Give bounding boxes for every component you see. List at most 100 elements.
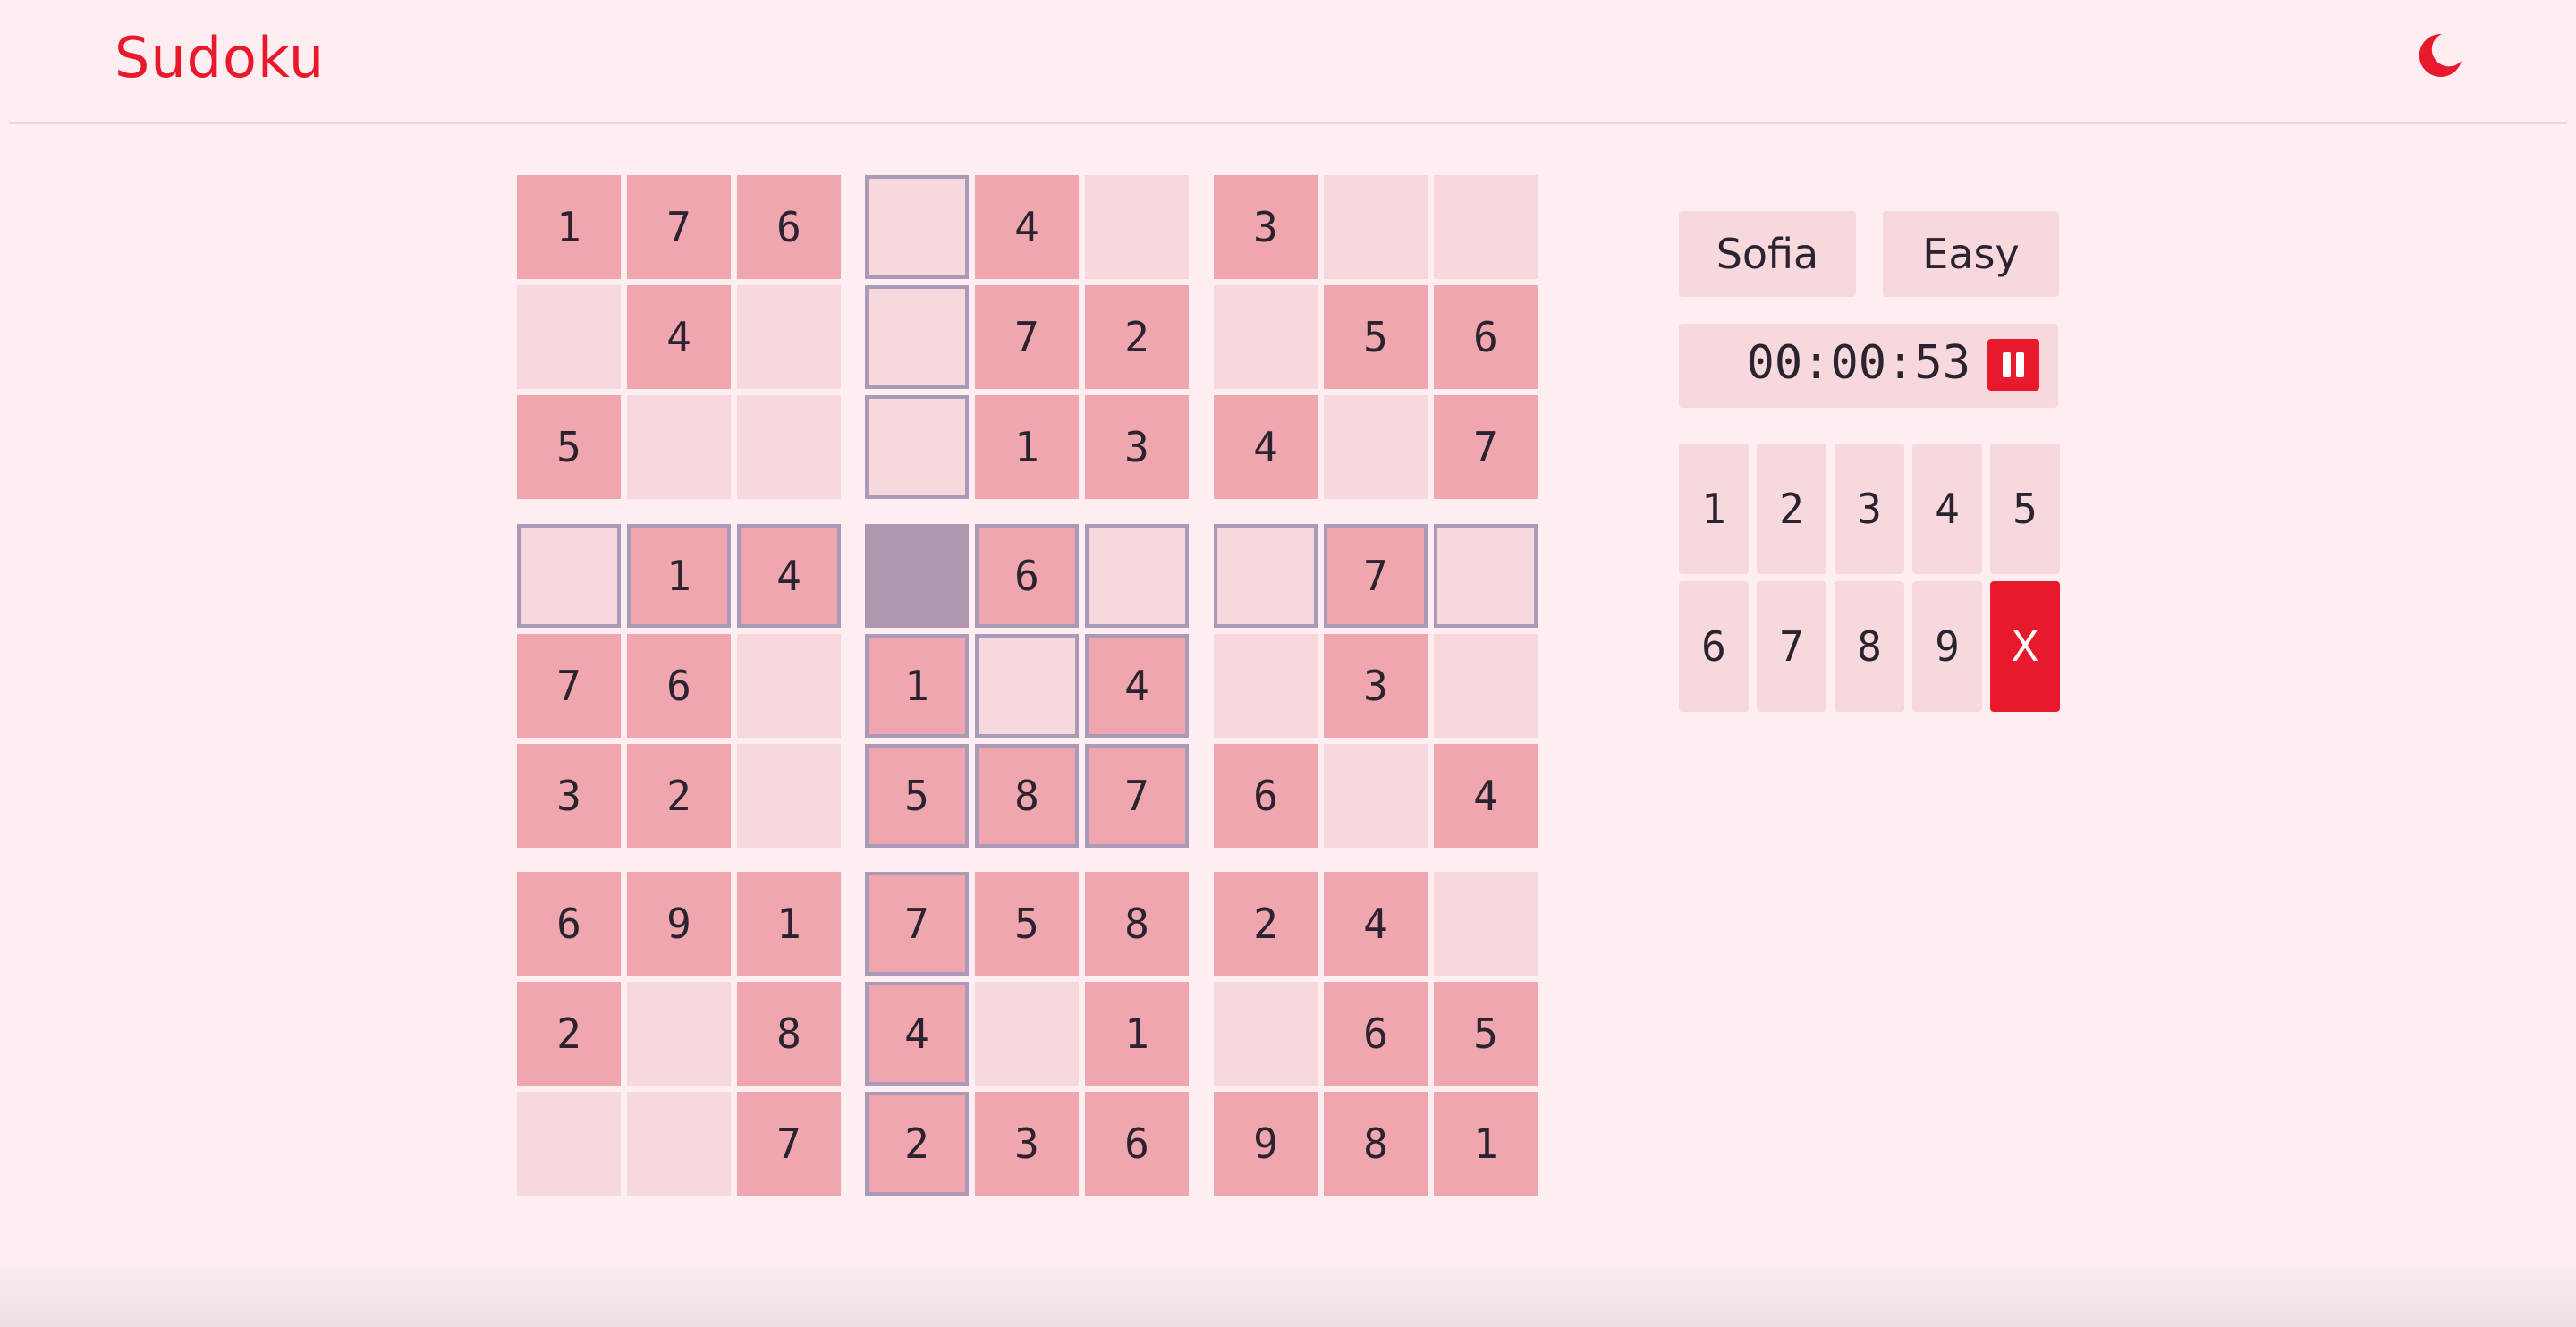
board-cell[interactable]: 8	[1085, 872, 1189, 976]
timer-display: 00:00:53	[1746, 336, 1970, 390]
number-key[interactable]: 6	[1679, 581, 1749, 712]
board-cell[interactable]: 1	[975, 395, 1079, 499]
moon-icon[interactable]	[2415, 30, 2465, 80]
board-cell[interactable]	[1214, 634, 1318, 738]
board-cell[interactable]	[865, 285, 969, 389]
board-cell[interactable]: 4	[627, 285, 731, 389]
number-key[interactable]: 8	[1835, 581, 1904, 712]
board-cell[interactable]: 4	[1214, 395, 1318, 499]
board-cell[interactable]	[865, 395, 969, 499]
board-cell[interactable]: 7	[865, 872, 969, 976]
board-cell[interactable]: 1	[1085, 982, 1189, 1086]
board-cell[interactable]: 5	[517, 395, 621, 499]
board-cell[interactable]	[975, 982, 1079, 1086]
board-cell[interactable]: 7	[627, 175, 731, 279]
board-cell[interactable]: 4	[1324, 872, 1428, 976]
board-cell[interactable]: 2	[627, 744, 731, 848]
board-cell[interactable]: 2	[865, 1092, 969, 1196]
board-cell[interactable]	[1434, 175, 1538, 279]
erase-button[interactable]: X	[1990, 581, 2060, 712]
board-cell[interactable]: 5	[865, 744, 969, 848]
board-cell[interactable]	[737, 744, 841, 848]
board-cell[interactable]	[1434, 524, 1538, 628]
pause-button[interactable]	[1987, 339, 2039, 391]
number-key[interactable]: 3	[1835, 444, 1904, 574]
board-cell[interactable]: 5	[975, 872, 1079, 976]
board-cell[interactable]: 4	[1085, 634, 1189, 738]
board-cell[interactable]	[865, 175, 969, 279]
board-cell[interactable]	[1434, 634, 1538, 738]
board-cell[interactable]	[737, 285, 841, 389]
board-cell[interactable]: 6	[1214, 744, 1318, 848]
number-key[interactable]: 1	[1679, 444, 1749, 574]
number-key[interactable]: 4	[1912, 444, 1982, 574]
board-cell[interactable]	[737, 395, 841, 499]
board-cell[interactable]: 1	[627, 524, 731, 628]
board-cell[interactable]: 6	[627, 634, 731, 738]
board-cell[interactable]: 8	[1324, 1092, 1428, 1196]
pause-icon	[2003, 352, 2011, 377]
board-cell[interactable]: 4	[737, 524, 841, 628]
board-cell[interactable]	[1324, 395, 1428, 499]
board-cell[interactable]: 7	[517, 634, 621, 738]
board-cell[interactable]	[1214, 524, 1318, 628]
board-cell[interactable]: 6	[737, 175, 841, 279]
board-cell[interactable]	[627, 1092, 731, 1196]
board-cell[interactable]	[1434, 872, 1538, 976]
board-cell[interactable]: 6	[1085, 1092, 1189, 1196]
board-cell[interactable]: 7	[1434, 395, 1538, 499]
board-cell[interactable]: 3	[1324, 634, 1428, 738]
bottom-shade	[0, 1252, 2576, 1327]
board-cell[interactable]	[627, 982, 731, 1086]
board-cell[interactable]: 1	[1434, 1092, 1538, 1196]
board-cell[interactable]	[1085, 175, 1189, 279]
board-cell[interactable]: 8	[975, 744, 1079, 848]
board-cell[interactable]	[1324, 175, 1428, 279]
board-cell[interactable]	[1085, 524, 1189, 628]
board-cell[interactable]: 4	[865, 982, 969, 1086]
difficulty-badge[interactable]: Easy	[1883, 211, 2059, 297]
board-cell[interactable]: 3	[517, 744, 621, 848]
board-cell[interactable]: 5	[1324, 285, 1428, 389]
board-cell[interactable]	[865, 524, 969, 628]
board-cell[interactable]: 3	[1085, 395, 1189, 499]
board-cell[interactable]: 8	[737, 982, 841, 1086]
app-header: Sudoku	[9, 0, 2567, 124]
board-cell[interactable]: 4	[1434, 744, 1538, 848]
number-key[interactable]: 7	[1757, 581, 1826, 712]
board-cell[interactable]	[517, 524, 621, 628]
board-cell[interactable]: 1	[517, 175, 621, 279]
board-cell[interactable]: 6	[1434, 285, 1538, 389]
board-cell[interactable]: 9	[1214, 1092, 1318, 1196]
board-cell[interactable]	[1214, 285, 1318, 389]
board-cell[interactable]: 6	[1324, 982, 1428, 1086]
board-cell[interactable]	[517, 285, 621, 389]
board-cell[interactable]: 2	[517, 982, 621, 1086]
number-key[interactable]: 5	[1990, 444, 2060, 574]
board-cell[interactable]: 1	[737, 872, 841, 976]
board-cell[interactable]: 4	[975, 175, 1079, 279]
app-title: Sudoku	[114, 25, 326, 90]
timer-panel: 00:00:53	[1679, 324, 2058, 408]
board-cell[interactable]: 5	[1434, 982, 1538, 1086]
board-cell[interactable]: 7	[737, 1092, 841, 1196]
board-cell[interactable]: 2	[1085, 285, 1189, 389]
board-cell[interactable]: 7	[1324, 524, 1428, 628]
board-cell[interactable]	[517, 1092, 621, 1196]
board-cell[interactable]: 7	[975, 285, 1079, 389]
board-cell[interactable]: 6	[975, 524, 1079, 628]
board-cell[interactable]	[1214, 982, 1318, 1086]
board-cell[interactable]: 6	[517, 872, 621, 976]
board-cell[interactable]: 7	[1085, 744, 1189, 848]
board-cell[interactable]	[1324, 744, 1428, 848]
board-cell[interactable]: 9	[627, 872, 731, 976]
number-key[interactable]: 2	[1757, 444, 1826, 574]
board-cell[interactable]: 2	[1214, 872, 1318, 976]
board-cell[interactable]	[737, 634, 841, 738]
board-cell[interactable]: 1	[865, 634, 969, 738]
number-key[interactable]: 9	[1912, 581, 1982, 712]
board-cell[interactable]	[627, 395, 731, 499]
board-cell[interactable]: 3	[975, 1092, 1079, 1196]
board-cell[interactable]	[975, 634, 1079, 738]
board-cell[interactable]: 3	[1214, 175, 1318, 279]
